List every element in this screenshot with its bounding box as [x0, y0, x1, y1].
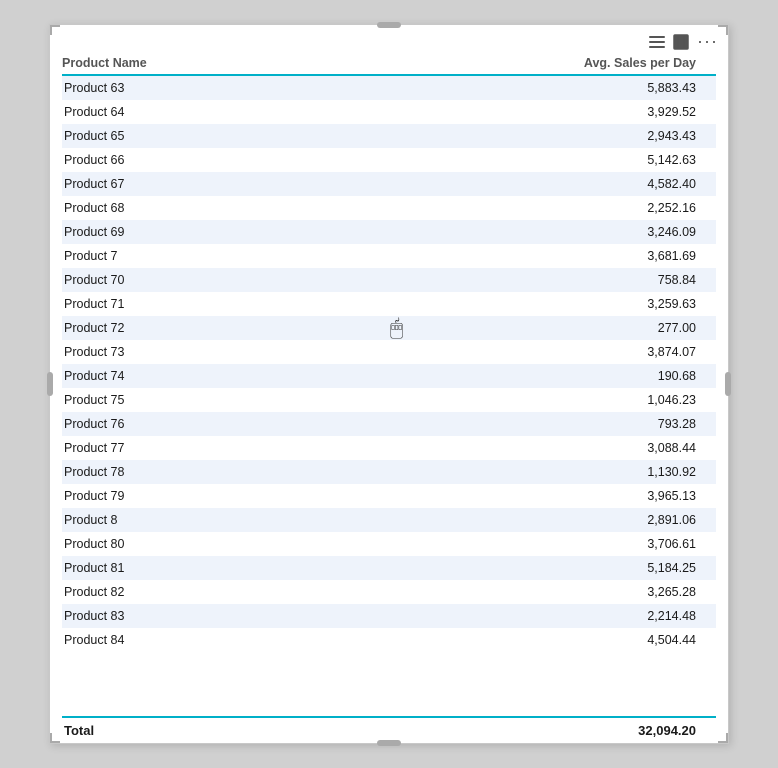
cell-product-name: Product 77 — [62, 441, 242, 455]
table-header: Product Name Avg. Sales per Day — [62, 56, 716, 76]
cell-product-name: Product 75 — [62, 393, 242, 407]
cell-sales-value: 2,943.43 — [242, 129, 716, 143]
cell-product-name: Product 68 — [62, 201, 242, 215]
cell-sales-value: 793.28 — [242, 417, 716, 431]
cell-product-name: Product 67 — [62, 177, 242, 191]
cell-sales-value: 5,142.63 — [242, 153, 716, 167]
total-row: Total 32,094.20 — [62, 716, 716, 743]
toolbar: ··· — [50, 25, 728, 56]
table-row[interactable]: Product 643,929.52 — [62, 100, 716, 124]
cell-product-name: Product 84 — [62, 633, 242, 647]
resize-handle-tr[interactable] — [718, 25, 728, 35]
table-row[interactable]: Product 781,130.92 — [62, 460, 716, 484]
cell-sales-value: 2,214.48 — [242, 609, 716, 623]
cell-product-name: Product 74 — [62, 369, 242, 383]
cell-sales-value: 4,582.40 — [242, 177, 716, 191]
cell-product-name: Product 73 — [62, 345, 242, 359]
cell-sales-value: 3,681.69 — [242, 249, 716, 263]
resize-handle-left[interactable] — [47, 372, 53, 396]
column-header-sales: Avg. Sales per Day — [242, 56, 716, 70]
cell-sales-value: 4,504.44 — [242, 633, 716, 647]
cell-product-name: Product 63 — [62, 81, 242, 95]
table-row[interactable]: Product 713,259.63 — [62, 292, 716, 316]
cell-product-name: Product 78 — [62, 465, 242, 479]
cell-sales-value: 5,184.25 — [242, 561, 716, 575]
cell-product-name: Product 8 — [62, 513, 242, 527]
table-container: Product Name Avg. Sales per Day Product … — [50, 56, 728, 743]
table-row[interactable]: Product 682,252.16 — [62, 196, 716, 220]
cell-sales-value: 277.00 — [242, 321, 716, 335]
resize-handle-tl[interactable] — [50, 25, 60, 35]
table-row[interactable]: Product 635,883.43 — [62, 76, 716, 100]
table-row[interactable]: Product 70758.84 — [62, 268, 716, 292]
resize-handle-br[interactable] — [718, 733, 728, 743]
table-row[interactable]: Product 73,681.69 — [62, 244, 716, 268]
cell-sales-value: 2,891.06 — [242, 513, 716, 527]
cell-product-name: Product 69 — [62, 225, 242, 239]
table-row[interactable]: Product 823,265.28 — [62, 580, 716, 604]
cell-product-name: Product 64 — [62, 105, 242, 119]
cell-sales-value: 3,874.07 — [242, 345, 716, 359]
table-row[interactable]: Product 733,874.07 — [62, 340, 716, 364]
table-row[interactable]: Product 693,246.09 — [62, 220, 716, 244]
table-body[interactable]: Product 635,883.43Product 643,929.52Prod… — [62, 76, 716, 716]
cell-sales-value: 3,088.44 — [242, 441, 716, 455]
resize-handle-top[interactable] — [377, 22, 401, 28]
cell-sales-value: 5,883.43 — [242, 81, 716, 95]
resize-handle-bl[interactable] — [50, 733, 60, 743]
table-row[interactable]: Product 773,088.44 — [62, 436, 716, 460]
resize-handle-right[interactable] — [725, 372, 731, 396]
table-row[interactable]: Product 674,582.40 — [62, 172, 716, 196]
total-value: 32,094.20 — [242, 723, 716, 738]
cell-product-name: Product 83 — [62, 609, 242, 623]
cell-product-name: Product 71 — [62, 297, 242, 311]
cell-sales-value: 3,965.13 — [242, 489, 716, 503]
column-header-product: Product Name — [62, 56, 242, 70]
cell-product-name: Product 72 — [62, 321, 242, 335]
table-row[interactable]: Product 793,965.13 — [62, 484, 716, 508]
cell-sales-value: 3,246.09 — [242, 225, 716, 239]
table-row[interactable]: Product 844,504.44 — [62, 628, 716, 652]
cell-product-name: Product 81 — [62, 561, 242, 575]
table-row[interactable]: Product 72277.00 — [62, 316, 716, 340]
table-row[interactable]: Product 832,214.48 — [62, 604, 716, 628]
cell-product-name: Product 7 — [62, 249, 242, 263]
cell-sales-value: 190.68 — [242, 369, 716, 383]
cell-product-name: Product 66 — [62, 153, 242, 167]
cell-product-name: Product 65 — [62, 129, 242, 143]
cell-sales-value: 758.84 — [242, 273, 716, 287]
cell-sales-value: 2,252.16 — [242, 201, 716, 215]
table-row[interactable]: Product 665,142.63 — [62, 148, 716, 172]
cell-sales-value: 3,265.28 — [242, 585, 716, 599]
expand-icon[interactable] — [673, 34, 689, 50]
cell-product-name: Product 79 — [62, 489, 242, 503]
report-card: ··· Product Name Avg. Sales per Day Prod… — [49, 24, 729, 744]
more-options-icon[interactable]: ··· — [697, 31, 718, 52]
table-row[interactable]: Product 803,706.61 — [62, 532, 716, 556]
cell-product-name: Product 70 — [62, 273, 242, 287]
cell-sales-value: 3,706.61 — [242, 537, 716, 551]
cell-product-name: Product 76 — [62, 417, 242, 431]
cell-sales-value: 3,929.52 — [242, 105, 716, 119]
total-label: Total — [62, 723, 242, 738]
cell-product-name: Product 82 — [62, 585, 242, 599]
table-row[interactable]: Product 82,891.06 — [62, 508, 716, 532]
table-row[interactable]: Product 76793.28 — [62, 412, 716, 436]
cell-sales-value: 1,046.23 — [242, 393, 716, 407]
cell-sales-value: 1,130.92 — [242, 465, 716, 479]
hamburger-icon[interactable] — [649, 34, 665, 50]
table-row[interactable]: Product 751,046.23 — [62, 388, 716, 412]
table-row[interactable]: Product 652,943.43 — [62, 124, 716, 148]
resize-handle-bottom[interactable] — [377, 740, 401, 746]
table-row[interactable]: Product 74190.68 — [62, 364, 716, 388]
table-row[interactable]: Product 815,184.25 — [62, 556, 716, 580]
cell-sales-value: 3,259.63 — [242, 297, 716, 311]
cell-product-name: Product 80 — [62, 537, 242, 551]
